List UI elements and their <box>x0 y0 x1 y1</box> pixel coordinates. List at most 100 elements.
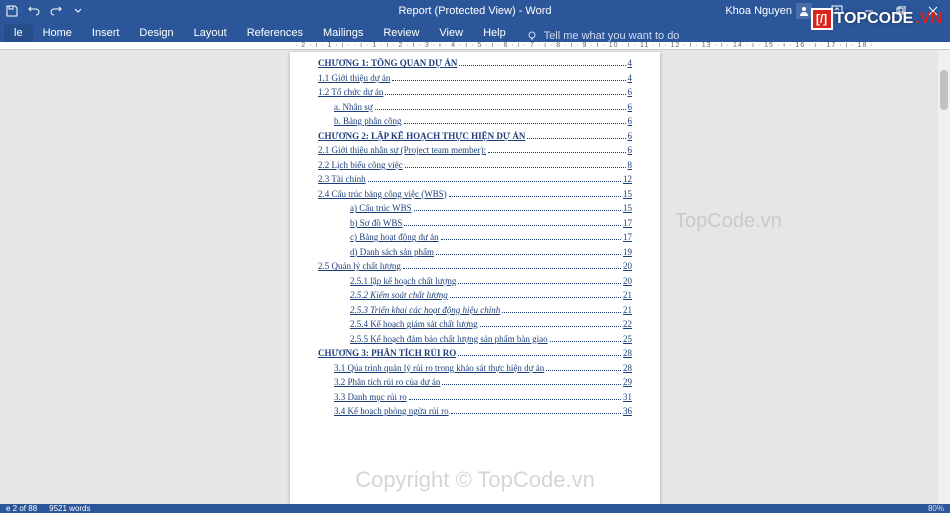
tab-home[interactable]: Home <box>33 24 82 42</box>
toc-leader-dots <box>550 341 621 342</box>
ruler-scale: · 2 · ı · 1 · ı · · ı · 1 · ı · 2 · ı · … <box>295 42 874 49</box>
toc-row[interactable]: 2.5 Quản lý chất lượng20 <box>318 261 632 271</box>
page-indicator[interactable]: e 2 of 88 <box>6 504 37 513</box>
toc-leader-dots <box>392 80 625 81</box>
toc-page-number: 4 <box>628 73 633 83</box>
horizontal-ruler[interactable]: · 2 · ı · 1 · ı · · ı · 1 · ı · 2 · ı · … <box>0 42 950 50</box>
minimize-button[interactable] <box>854 0 884 22</box>
toc-page-number: 19 <box>623 247 632 257</box>
toc-leader-dots <box>480 326 621 327</box>
toc-leader-dots <box>458 355 621 356</box>
toc-row[interactable]: CHƯƠNG 3: PHÂN TÍCH RỦI RO28 <box>318 348 632 358</box>
toc-page-number: 12 <box>623 174 632 184</box>
word-count[interactable]: 9521 words <box>49 504 90 513</box>
toc-page-number: 15 <box>623 203 632 213</box>
toc-label: 2.5 Quản lý chất lượng <box>318 261 401 271</box>
toc-page-number: 28 <box>623 348 632 358</box>
tab-insert[interactable]: Insert <box>82 24 130 42</box>
toc-page-number: 17 <box>623 232 632 242</box>
toc-row[interactable]: 2.5.3 Triển khai các hoạt động hiệu chỉn… <box>318 305 632 315</box>
toc-row[interactable]: c) Bảng hoạt động dự án17 <box>318 232 632 242</box>
tab-file[interactable]: le <box>4 24 33 42</box>
toc-page-number: 15 <box>623 189 632 199</box>
toc-row[interactable]: 3.1 Qúa trình quản lý rủi ro trong khảo … <box>318 363 632 373</box>
quick-access-toolbar <box>0 3 86 19</box>
tab-help[interactable]: Help <box>473 24 516 42</box>
toc-label: 2.1 Giới thiệu nhân sự (Project team mem… <box>318 145 486 155</box>
toc-label: b. Bảng phân công <box>334 116 402 126</box>
toc-leader-dots <box>403 268 621 269</box>
toc-label: 2.2 Lịch biểu công việc <box>318 160 403 170</box>
save-icon[interactable] <box>4 3 20 19</box>
toc-label: CHƯƠNG 1: TỔNG QUAN DỰ ÁN <box>318 58 457 68</box>
toc-leader-dots <box>368 181 621 182</box>
tab-layout[interactable]: Layout <box>184 24 237 42</box>
toc-label: 2.5.5 Kế hoạch đảm bảo chất lượng sản ph… <box>350 334 548 344</box>
toc-label: 2.3 Tài chính <box>318 174 366 184</box>
toc-page-number: 8 <box>628 160 633 170</box>
qat-dropdown-icon[interactable] <box>70 3 86 19</box>
toc-page-number: 6 <box>628 102 633 112</box>
toc-leader-dots <box>527 138 625 139</box>
toc-row[interactable]: b) Sơ đồ WBS17 <box>318 218 632 228</box>
toc-row[interactable]: 2.5.4 Kế hoạch giám sát chất lượng 22 <box>318 319 632 329</box>
toc-leader-dots <box>458 283 621 284</box>
toc-page-number: 28 <box>623 363 632 373</box>
toc-row[interactable]: 3.3 Danh mục rủi ro31 <box>318 392 632 402</box>
toc-row[interactable]: 2.3 Tài chính 12 <box>318 174 632 184</box>
window-title: Report (Protected View) - Word <box>398 5 551 17</box>
toc-label: d) Danh sách sản phẩm <box>350 247 434 257</box>
toc-row[interactable]: 2.5.5 Kế hoạch đảm bảo chất lượng sản ph… <box>318 334 632 344</box>
tab-review[interactable]: Review <box>373 24 429 42</box>
toc-leader-dots <box>442 384 621 385</box>
toc-row[interactable]: 1.2 Tổ chức dự án6 <box>318 87 632 97</box>
undo-icon[interactable] <box>26 3 42 19</box>
status-bar: e 2 of 88 9521 words 80% <box>0 504 950 513</box>
avatar-icon <box>796 3 812 19</box>
title-bar: Report (Protected View) - Word Khoa Nguy… <box>0 0 950 22</box>
toc-page-number: 21 <box>623 305 632 315</box>
toc-leader-dots <box>449 196 621 197</box>
tab-mailings[interactable]: Mailings <box>313 24 373 42</box>
tell-me-search[interactable]: Tell me what you want to do <box>526 30 680 42</box>
toc-page-number: 22 <box>623 319 632 329</box>
toc-page-number: 31 <box>623 392 632 402</box>
toc-label: 2.5.1 lập kế hoạch chất lượng <box>350 276 456 286</box>
toc-leader-dots <box>414 210 621 211</box>
toc-row[interactable]: CHƯƠNG 1: TỔNG QUAN DỰ ÁN4 <box>318 58 632 68</box>
toc-leader-dots <box>488 152 625 153</box>
toc-row[interactable]: b. Bảng phân công6 <box>318 116 632 126</box>
toc-label: 2.4 Cấu trúc bảng công việc (WBS) <box>318 189 447 199</box>
toc-row[interactable]: 2.4 Cấu trúc bảng công việc (WBS) 15 <box>318 189 632 199</box>
toc-row[interactable]: d) Danh sách sản phẩm 19 <box>318 247 632 257</box>
toc-leader-dots <box>404 123 626 124</box>
tab-references[interactable]: References <box>237 24 313 42</box>
toc-label: 3.2 Phân tích rủi ro của dự án <box>334 377 440 387</box>
toc-row[interactable]: 2.1 Giới thiệu nhân sự (Project team mem… <box>318 145 632 155</box>
tab-design[interactable]: Design <box>129 24 183 42</box>
toc-row[interactable]: 2.5.2 Kiểm soát chất lượng21 <box>318 290 632 300</box>
toc-label: 1.2 Tổ chức dự án <box>318 87 383 97</box>
ribbon-options-icon[interactable] <box>822 0 852 22</box>
toc-page-number: 25 <box>623 334 632 344</box>
vertical-scrollbar[interactable] <box>938 50 950 504</box>
zoom-level[interactable]: 80% <box>928 504 944 513</box>
document-viewport[interactable]: CHƯƠNG 1: TỔNG QUAN DỰ ÁN41.1 Giới thiệu… <box>0 50 950 504</box>
toc-row[interactable]: 2.5.1 lập kế hoạch chất lượng20 <box>318 276 632 286</box>
toc-leader-dots <box>385 94 625 95</box>
maximize-button[interactable] <box>886 0 916 22</box>
tab-view[interactable]: View <box>429 24 473 42</box>
toc-row[interactable]: CHƯƠNG 2: LẬP KẾ HOẠCH THỰC HIỆN DỰ ÁN6 <box>318 131 632 141</box>
redo-icon[interactable] <box>48 3 64 19</box>
toc-row[interactable]: 3.2 Phân tích rủi ro của dự án29 <box>318 377 632 387</box>
toc-label: 2.5.4 Kế hoạch giám sát chất lượng <box>350 319 478 329</box>
toc-row[interactable]: a. Nhân sự6 <box>318 102 632 112</box>
toc-page-number: 21 <box>623 290 632 300</box>
close-button[interactable] <box>918 0 948 22</box>
toc-label: b) Sơ đồ WBS <box>350 218 402 228</box>
toc-row[interactable]: 2.2 Lịch biểu công việc 8 <box>318 160 632 170</box>
toc-row[interactable]: 3.4 Kế hoạch phòng ngừa rủi ro36 <box>318 406 632 416</box>
user-account[interactable]: Khoa Nguyen <box>725 3 812 19</box>
toc-row[interactable]: a) Cấu trúc WBS15 <box>318 203 632 213</box>
toc-row[interactable]: 1.1 Giới thiệu dự án4 <box>318 73 632 83</box>
